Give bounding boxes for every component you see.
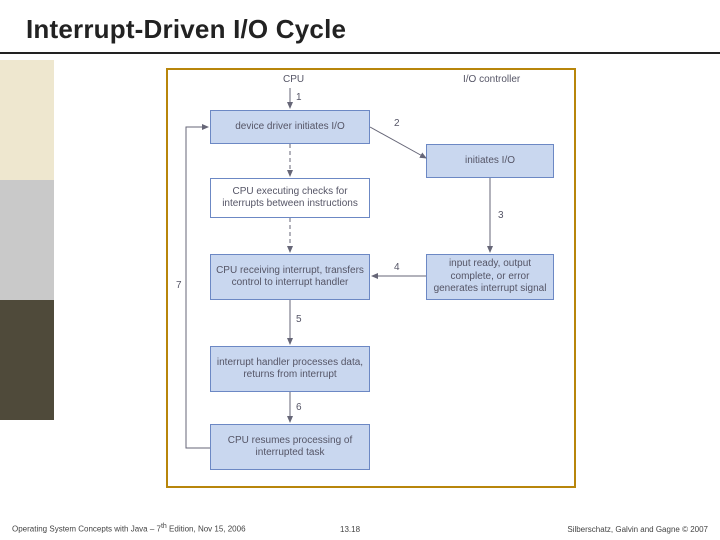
footer-left-a: Operating System Concepts with Java – 7 [12, 525, 161, 534]
footer-page-number: 13.18 [340, 525, 360, 534]
accent-block-2 [0, 180, 54, 300]
title-underline [0, 52, 720, 54]
accent-block-3 [0, 300, 54, 420]
slide-title: Interrupt-Driven I/O Cycle [26, 14, 346, 45]
slide: Interrupt-Driven I/O Cycle CPU I/O contr… [0, 0, 720, 540]
footer-left-b: Edition, Nov 15, 2006 [167, 525, 246, 534]
footer-copyright: Silberschatz, Galvin and Gagne © 2007 [567, 525, 708, 534]
footer: Operating System Concepts with Java – 7t… [0, 518, 720, 534]
diagram-arrows [168, 70, 578, 490]
footer-left: Operating System Concepts with Java – 7t… [12, 523, 246, 534]
left-accent [0, 0, 54, 540]
diagram-frame: CPU I/O controller device driver initiat… [166, 68, 576, 488]
accent-block-1 [0, 60, 54, 180]
